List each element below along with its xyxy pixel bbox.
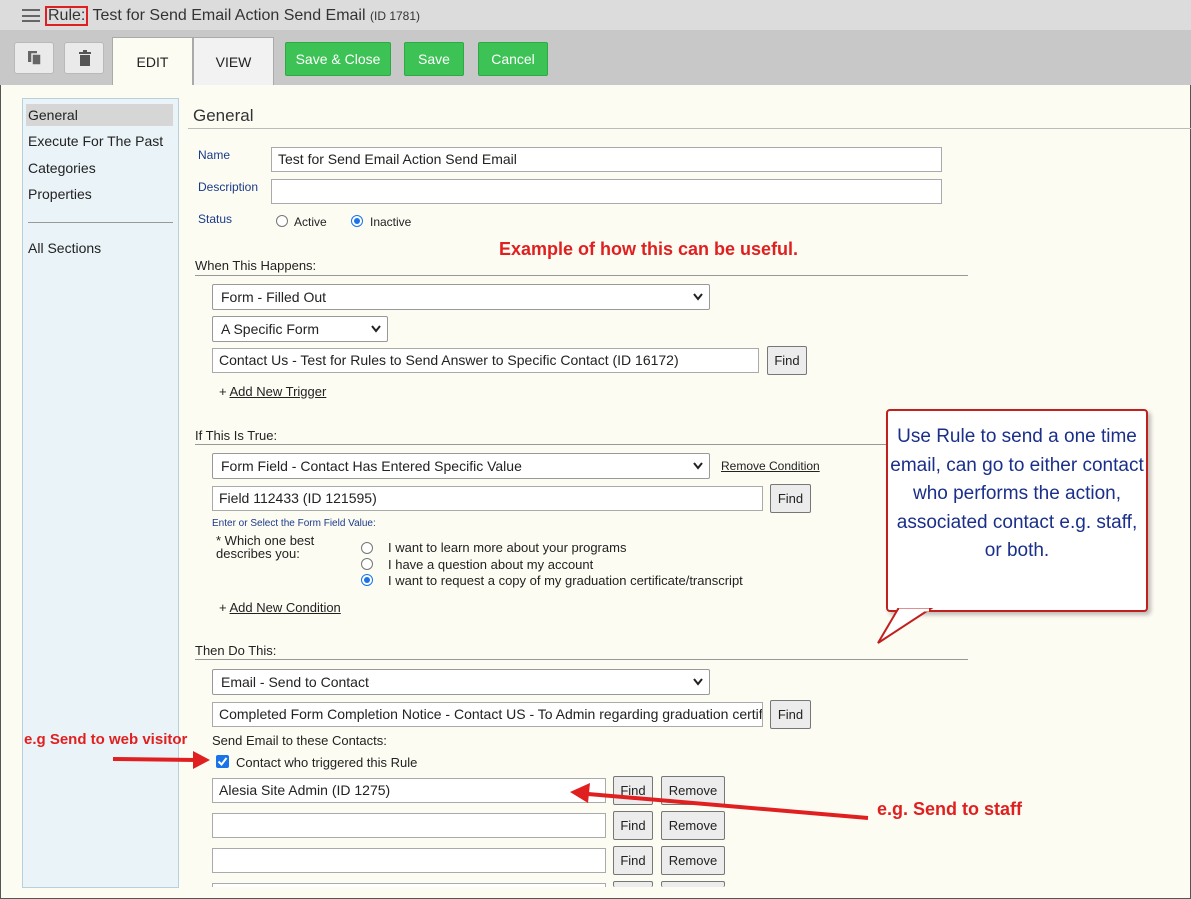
arrow-web-visitor [112, 757, 197, 762]
arrow-staff-head [570, 783, 590, 803]
callout-tail [877, 608, 934, 644]
web-visitor-annotation: e.g Send to web visitor [24, 731, 188, 748]
annotation-arrows [112, 608, 934, 820]
arrow-web-visitor-head [193, 751, 210, 769]
arrow-staff [587, 792, 869, 820]
staff-annotation: e.g. Send to staff [877, 799, 1023, 819]
